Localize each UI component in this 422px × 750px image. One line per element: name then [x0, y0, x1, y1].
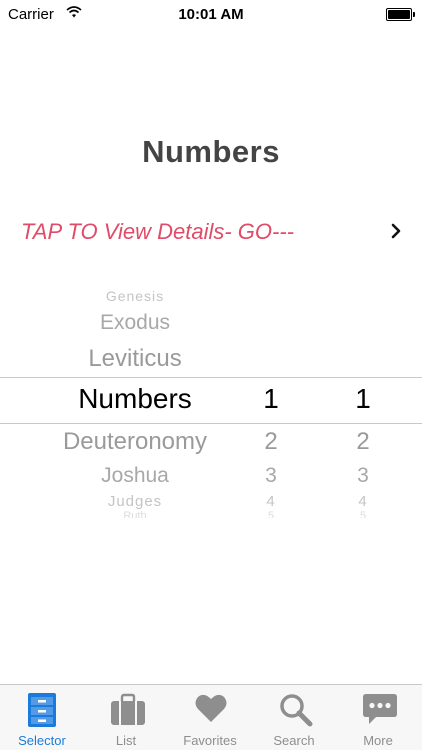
picker-chapter-item[interactable]: 3	[240, 464, 302, 488]
tab-selector[interactable]: Selector	[0, 685, 84, 750]
view-details-label: TAP TO View Details- GO---	[21, 219, 295, 244]
picker-book-item[interactable]: Ruth	[0, 510, 270, 518]
picker-book-selected[interactable]: Numbers	[0, 383, 270, 415]
search-icon	[280, 694, 313, 727]
picker-verse-selected[interactable]: 1	[332, 383, 394, 415]
picker-chapter-item[interactable]: 5	[240, 510, 302, 518]
status-time: 10:01 AM	[178, 6, 244, 23]
picker-chapter-item[interactable]: 4	[240, 493, 302, 510]
tab-label: Selector	[18, 733, 66, 748]
chevron-right-icon	[391, 223, 401, 239]
picker-book-item[interactable]: Joshua	[0, 464, 270, 488]
picker-book-item[interactable]: Genesis	[0, 288, 270, 304]
tab-favorites[interactable]: Favorites	[168, 685, 252, 750]
book-chapter-verse-picker[interactable]: Genesis Exodus Leviticus Numbers Deutero…	[0, 283, 422, 518]
tab-label: Favorites	[183, 733, 237, 748]
picker-book-item[interactable]: Judges	[0, 493, 270, 510]
tab-search[interactable]: Search	[252, 685, 336, 750]
picker-chapter-selected[interactable]: 1	[240, 383, 302, 415]
picker-book-item[interactable]: Exodus	[0, 311, 270, 335]
page-title: Numbers	[142, 134, 280, 169]
picker-chapter-item[interactable]: 2	[240, 428, 302, 456]
picker-verse-item[interactable]: 2	[332, 428, 394, 456]
status-bar: Carrier 10:01 AM	[0, 0, 422, 30]
tab-label: More	[363, 733, 393, 748]
picker-verse-item[interactable]: 5	[332, 510, 394, 518]
picker-verse-item[interactable]: 4	[332, 493, 394, 510]
view-details-row[interactable]: TAP TO View Details- GO---	[0, 210, 422, 254]
picker-verse-item[interactable]: 3	[332, 464, 394, 488]
tab-label: List	[115, 733, 137, 748]
tab-list[interactable]: List	[84, 685, 168, 750]
tab-label: Search	[273, 733, 315, 748]
battery-icon	[386, 8, 415, 21]
briefcase-icon	[111, 693, 145, 725]
picker-book-item[interactable]: Leviticus	[0, 345, 270, 373]
heart-icon	[195, 694, 227, 722]
picker-book-item[interactable]: Deuteronomy	[0, 428, 270, 456]
speech-bubble-icon	[363, 694, 397, 724]
tab-bar: Selector List Favorites Search More	[0, 684, 422, 750]
filing-cabinet-icon	[28, 693, 56, 727]
tab-more[interactable]: More	[336, 685, 420, 750]
